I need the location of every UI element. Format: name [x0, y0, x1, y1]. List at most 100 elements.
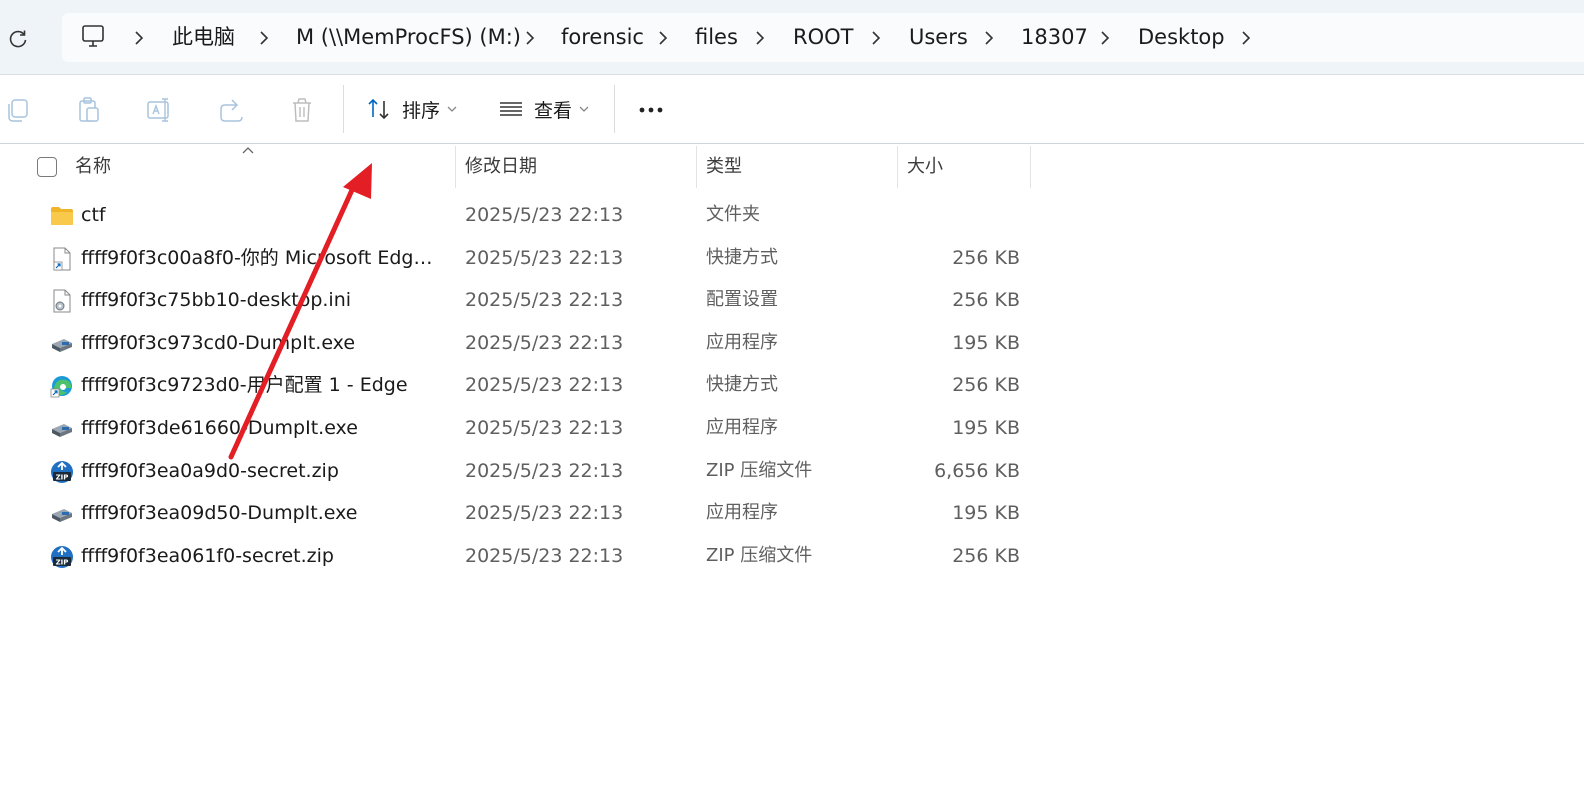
- sort-button-label: 排序: [402, 99, 441, 122]
- file-type: 应用程序: [706, 502, 778, 524]
- sort-icon: [368, 98, 389, 120]
- file-type: 应用程序: [706, 331, 778, 353]
- this-pc-icon[interactable]: [80, 24, 108, 50]
- chevron-right-icon[interactable]: [1098, 28, 1112, 48]
- column-header-date[interactable]: 修改日期: [465, 146, 695, 188]
- folder-icon: [51, 207, 73, 225]
- edge-shortcut-icon: [50, 376, 72, 398]
- column-header-size[interactable]: 大小: [907, 146, 1027, 188]
- breadcrumb-item-users[interactable]: Users: [909, 25, 968, 50]
- file-row[interactable]: ctf 2025/5/23 22:13 文件夹: [0, 194, 1040, 237]
- file-row[interactable]: ffff9f0f3de61660-DumpIt.exe 2025/5/23 22…: [0, 407, 1040, 450]
- file-size: 195 KB: [952, 331, 1020, 354]
- file-name: ffff9f0f3c00a8f0-你的 Microsoft Edge - E..…: [81, 246, 441, 269]
- file-type: 配置设置: [706, 289, 778, 311]
- file-name: ffff9f0f3c973cd0-DumpIt.exe: [81, 331, 356, 354]
- paste-icon[interactable]: [74, 95, 104, 125]
- file-type: 快捷方式: [706, 374, 778, 396]
- file-name: ffff9f0f3ea09d50-DumpIt.exe: [81, 502, 358, 525]
- rename-icon[interactable]: [145, 95, 175, 125]
- file-row[interactable]: ffff9f0f3c973cd0-DumpIt.exe 2025/5/23 22…: [0, 322, 1040, 365]
- file-name: ffff9f0f3ea0a9d0-secret.zip: [81, 459, 339, 482]
- file-size: 195 KB: [952, 416, 1020, 439]
- view-button-label: 查看: [534, 99, 573, 122]
- file-date: 2025/5/23 22:13: [465, 331, 624, 354]
- file-type: 应用程序: [706, 416, 778, 438]
- breadcrumb[interactable]: 此电脑 M (\\MemProcFS) (M:) forensic files …: [62, 13, 1584, 62]
- column-header-row: 名称 修改日期 类型 大小: [0, 146, 1584, 188]
- chevron-down-icon: [579, 106, 589, 112]
- breadcrumb-item-forensic[interactable]: forensic: [561, 25, 644, 50]
- file-name: ffff9f0f3c9723d0-用户配置 1 - Edge: [81, 374, 408, 397]
- file-size: 256 KB: [952, 544, 1020, 567]
- column-divider[interactable]: [897, 146, 898, 188]
- file-size: 195 KB: [952, 502, 1020, 525]
- column-divider[interactable]: [455, 146, 456, 188]
- refresh-icon[interactable]: [4, 25, 32, 53]
- file-row[interactable]: ZIP ffff9f0f3ea0a9d0-secret.zip 2025/5/2…: [0, 450, 1040, 493]
- column-divider[interactable]: [1030, 146, 1031, 188]
- exe-icon: [52, 509, 72, 523]
- view-button[interactable]: 查看: [498, 91, 590, 127]
- file-date: 2025/5/23 22:13: [465, 374, 624, 397]
- share-icon[interactable]: [216, 95, 246, 125]
- select-all-checkbox[interactable]: [37, 157, 57, 177]
- copy-icon[interactable]: [4, 95, 34, 125]
- file-row[interactable]: ffff9f0f3ea09d50-DumpIt.exe 2025/5/23 22…: [0, 492, 1040, 535]
- file-type: ZIP 压缩文件: [706, 544, 813, 566]
- file-size: 256 KB: [952, 289, 1020, 312]
- exe-icon: [52, 423, 72, 437]
- file-row[interactable]: ZIP ffff9f0f3ea061f0-secret.zip 2025/5/2…: [0, 535, 1040, 578]
- toolbar-divider: [343, 85, 344, 133]
- breadcrumb-item-files[interactable]: files: [695, 25, 738, 50]
- file-date: 2025/5/23 22:13: [465, 246, 624, 269]
- zip-icon: ZIP: [51, 460, 73, 483]
- chevron-right-icon[interactable]: [982, 28, 996, 48]
- chevron-right-icon[interactable]: [523, 28, 537, 48]
- svg-text:ZIP: ZIP: [56, 558, 69, 566]
- chevron-right-icon[interactable]: [869, 28, 883, 48]
- more-options-icon[interactable]: [636, 95, 668, 125]
- file-date: 2025/5/23 22:13: [465, 204, 624, 226]
- file-size: 256 KB: [952, 374, 1020, 397]
- column-header-type[interactable]: 类型: [706, 146, 896, 188]
- chevron-right-icon[interactable]: [257, 28, 271, 48]
- breadcrumb-item-18307[interactable]: 18307: [1021, 25, 1088, 50]
- zip-icon: ZIP: [51, 545, 73, 568]
- file-type: 文件夹: [706, 204, 760, 225]
- file-list: ctf 2025/5/23 22:13 文件夹 ffff9f0f3c00a8f0…: [0, 194, 1584, 577]
- file-row[interactable]: ffff9f0f3c00a8f0-你的 Microsoft Edge - E..…: [0, 237, 1040, 280]
- file-name: ctf: [81, 204, 106, 226]
- breadcrumb-item-root[interactable]: ROOT: [793, 25, 853, 50]
- breadcrumb-item-drive[interactable]: M (\\MemProcFS) (M:): [296, 25, 521, 50]
- chevron-right-icon[interactable]: [132, 28, 146, 48]
- file-row[interactable]: ffff9f0f3c75bb10-desktop.ini 2025/5/23 2…: [0, 279, 1040, 322]
- exe-icon: [52, 338, 72, 352]
- address-bar-area: 此电脑 M (\\MemProcFS) (M:) forensic files …: [0, 0, 1584, 75]
- column-divider[interactable]: [696, 146, 697, 188]
- breadcrumb-item-this-pc[interactable]: 此电脑: [172, 25, 235, 50]
- delete-icon[interactable]: [287, 95, 317, 125]
- breadcrumb-item-desktop[interactable]: Desktop: [1138, 25, 1225, 50]
- file-size: 256 KB: [952, 246, 1020, 269]
- chevron-right-icon[interactable]: [1239, 28, 1253, 48]
- settings-file-icon: [53, 289, 71, 313]
- file-date: 2025/5/23 22:13: [465, 544, 624, 567]
- sort-button[interactable]: 排序: [366, 91, 458, 127]
- file-date: 2025/5/23 22:13: [465, 502, 624, 525]
- chevron-down-icon: [447, 106, 457, 112]
- view-list-icon: [500, 102, 522, 116]
- column-header-name[interactable]: 名称: [75, 146, 455, 188]
- toolbar-divider: [614, 85, 615, 133]
- file-row[interactable]: ffff9f0f3c9723d0-用户配置 1 - Edge 2025/5/23…: [0, 364, 1040, 407]
- command-bar: 排序 查看: [0, 75, 1584, 144]
- file-name: ffff9f0f3de61660-DumpIt.exe: [81, 416, 358, 439]
- file-type: ZIP 压缩文件: [706, 459, 813, 481]
- chevron-right-icon[interactable]: [656, 28, 670, 48]
- chevron-right-icon[interactable]: [753, 28, 767, 48]
- file-type: 快捷方式: [706, 246, 778, 268]
- svg-text:ZIP: ZIP: [56, 473, 69, 481]
- file-name: ffff9f0f3c75bb10-desktop.ini: [81, 289, 352, 312]
- shortcut-icon: [53, 247, 71, 271]
- file-name: ffff9f0f3ea061f0-secret.zip: [81, 544, 334, 567]
